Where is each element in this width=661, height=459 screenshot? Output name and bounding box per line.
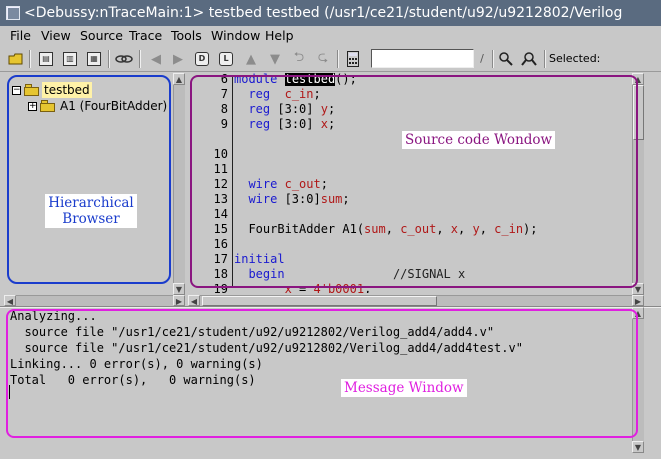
trace-load-icon[interactable]: L (216, 49, 236, 69)
menu-view[interactable]: View (41, 26, 71, 46)
search-dropdown-icon[interactable]: / (474, 49, 490, 68)
toolbar-separator (139, 50, 141, 68)
hierarchy-outline (7, 75, 171, 284)
toolbar-separator (108, 50, 110, 68)
step-out-icon[interactable]: ⮎ (313, 49, 333, 69)
menu-bar: File View Source Trace Tools Window Help (0, 26, 661, 46)
selected-label: Selected: (549, 52, 601, 65)
toolbar-separator (29, 50, 31, 68)
toolbar: ▤ ▥ ▦ ◀ ▶ D L ▲ ▼ ⮌ ⮎ / Selected: (0, 46, 661, 72)
window-title: <Debussy:nTraceMain:1> testbed testbed (… (24, 5, 623, 21)
menu-tools[interactable]: Tools (171, 26, 202, 46)
message-window-label: Message Window (341, 379, 467, 397)
source-hscroll[interactable]: ◀ ▶ (188, 295, 644, 306)
scroll-right-icon[interactable]: ▶ (632, 295, 644, 306)
down-arrow-icon[interactable]: ▼ (265, 49, 285, 69)
source-window-label: Source code Wondow (402, 131, 556, 149)
toolbar-separator (492, 50, 494, 68)
find-next-icon[interactable] (520, 49, 540, 69)
source-outline (190, 75, 638, 288)
toolbar-separator (337, 50, 339, 68)
design-view-icon[interactable]: ▥ (60, 49, 80, 69)
open-file-icon[interactable] (6, 49, 26, 69)
scroll-left-icon[interactable]: ◀ (188, 295, 200, 306)
hierarchy-vscroll[interactable]: ▲ ▼ (173, 73, 185, 295)
window-menu-icon[interactable] (6, 6, 20, 20)
link-icon[interactable] (114, 49, 134, 69)
scroll-up-icon[interactable]: ▲ (173, 73, 185, 85)
scroll-left-icon[interactable]: ◀ (4, 295, 16, 306)
title-bar: <Debussy:nTraceMain:1> testbed testbed (… (0, 0, 661, 26)
menu-file[interactable]: File (10, 26, 31, 46)
step-in-icon[interactable]: ⮌ (289, 49, 309, 69)
message-outline (6, 309, 638, 438)
scroll-down-icon[interactable]: ▼ (173, 283, 185, 295)
calculator-icon[interactable] (343, 49, 363, 69)
menu-help[interactable]: Help (265, 26, 294, 46)
trace-driver-icon[interactable]: D (192, 49, 212, 69)
toolbar-separator (544, 50, 546, 68)
scroll-right-icon[interactable]: ▶ (173, 295, 185, 306)
menu-trace[interactable]: Trace (129, 26, 162, 46)
hierarchy-view-icon[interactable]: ▤ (36, 49, 56, 69)
hierarchical-browser-label: Hierarchical Browser (45, 194, 137, 228)
scroll-down-icon[interactable]: ▼ (632, 441, 644, 453)
table-view-icon[interactable]: ▦ (84, 49, 104, 69)
menu-window[interactable]: Window (211, 26, 260, 46)
up-arrow-icon[interactable]: ▲ (241, 49, 261, 69)
scroll-thumb[interactable] (202, 296, 437, 306)
menu-source[interactable]: Source (80, 26, 123, 46)
search-input[interactable] (371, 49, 474, 68)
back-arrow-icon[interactable]: ◀ (146, 49, 166, 69)
forward-arrow-icon[interactable]: ▶ (168, 49, 188, 69)
hierarchy-hscroll[interactable]: ◀ ▶ (4, 295, 185, 306)
find-prev-icon[interactable] (496, 49, 516, 69)
